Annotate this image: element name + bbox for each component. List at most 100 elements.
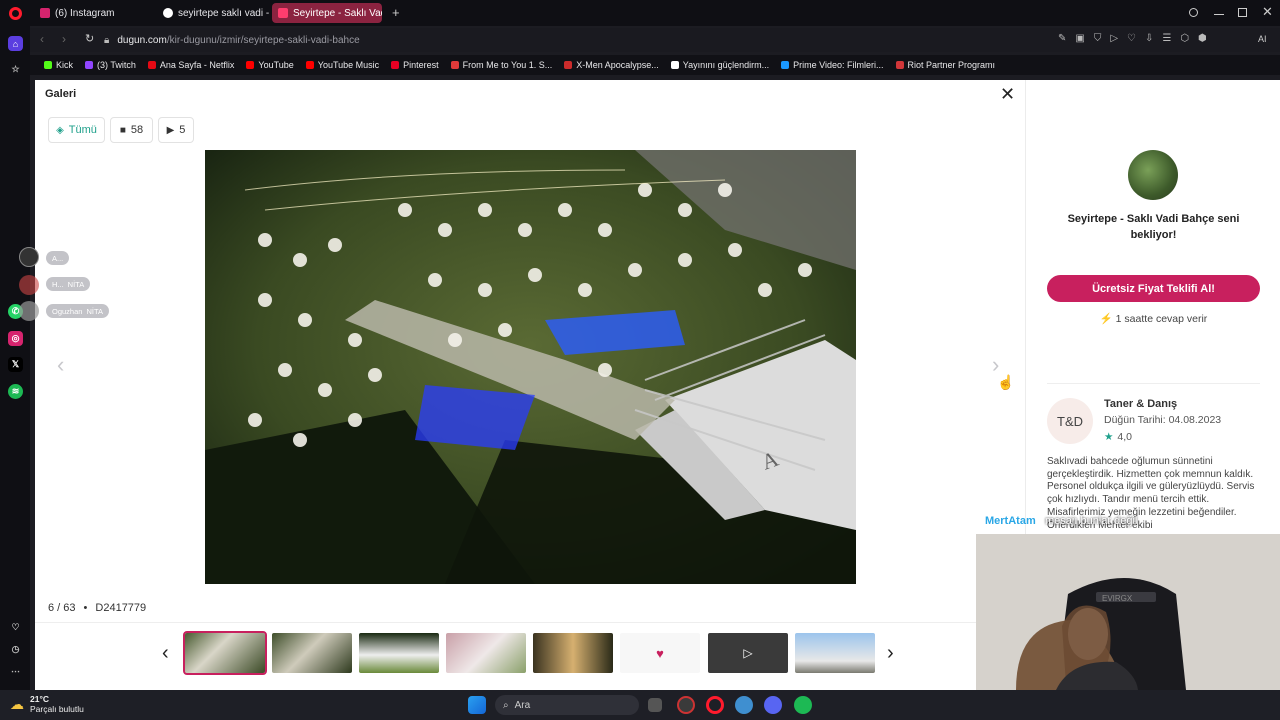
instagram-icon[interactable]: ◎ [8,331,23,346]
address-bar[interactable]: 🔒︎ dugun.com/kir-dugunu/izmir/seyirtepe-… [104,31,784,49]
google-icon [163,8,173,18]
close-window-button[interactable]: ✕ [1262,4,1273,20]
minimize-button[interactable] [1214,14,1224,15]
opera-logo-icon[interactable] [9,7,22,20]
chip-badge: NİTA [67,279,85,289]
chat-username: MertAtam [985,515,1036,527]
bookmark-item[interactable]: From Me to You 1. S... [450,60,552,70]
heart-icon[interactable]: ♡ [8,620,23,635]
filter-all[interactable]: ◈ Tümü [48,117,105,143]
thumbnail-8[interactable] [795,633,875,673]
viewer-avatar [19,275,39,295]
filter-photos[interactable]: ■ 58 [110,117,153,143]
tab-instagram[interactable]: (6) Instagram [34,3,154,23]
discord-icon[interactable] [764,696,782,714]
bookmark-item[interactable]: Riot Partner Programı [895,60,995,70]
bookmark-icon [305,61,314,69]
reviewer-name: Taner & Danış [1104,398,1178,410]
bookmark-icon [781,61,790,69]
play-icon: ▷ [743,646,753,660]
thumbnail-video[interactable]: ▷ [708,633,788,673]
tab-google-search[interactable]: seyirtepe saklı vadi - Goo [157,3,269,23]
bookmark-item[interactable]: YouTube [246,60,294,70]
bookmark-item[interactable]: Yayınını güçlendirm... [670,60,770,70]
bookmark-item[interactable]: YouTube Music [305,60,379,70]
bookmark-item[interactable]: (3) Twitch [85,60,136,70]
thumbs-next-icon[interactable]: › [887,642,894,665]
spotify-icon[interactable] [794,696,812,714]
viewer-avatar [19,247,39,267]
home-icon[interactable]: ⌂ [8,36,23,51]
tab-label: seyirtepe saklı vadi - Goo [178,7,269,19]
close-icon[interactable]: ✕ [1000,85,1015,103]
browser-sidebar: ⌂ ☆ ✆ ◎ 𝕏 ≋ ♡ ◷ ⋯ [0,26,30,690]
thumbs-divider [35,622,1025,623]
video-camera-icon: ▶ [166,124,175,136]
tab-label: Seyirtepe - Saklı Vadi Bah [293,7,382,19]
taskbar-search[interactable]: ⌕ Ara [495,695,639,715]
tab-dugun[interactable]: Seyirtepe - Saklı Vadi Bah [272,3,382,23]
photo-counter: 6 / 63 • D2417779 [48,602,146,614]
windows-taskbar: ☁ 21°C Parçalı bulutlu ⌕ Ara [0,690,1280,720]
dugun-icon [278,8,288,18]
filter-photos-count: 58 [130,124,144,136]
vendor-heading: Seyirtepe - Saklı Vadi Bahçe seni bekliy… [1067,213,1240,241]
x-icon[interactable]: 𝕏 [8,357,23,372]
chip-label: Oguzhan [52,306,83,316]
more-icon[interactable]: ⋯ [8,664,23,679]
task-view-icon[interactable] [648,698,662,712]
wedding-date: Düğün Tarihi: 04.08.2023 [1104,414,1222,426]
bookmark-label: X-Men Apocalypse... [576,60,659,70]
back-icon[interactable]: ‹ [40,32,44,46]
new-tab-button[interactable]: + [392,5,400,20]
separator: • [83,602,88,614]
bookmark-icon [564,61,573,69]
bookmark-icon [391,61,400,69]
thumbnail-5[interactable] [533,633,613,673]
photo-id: D2417779 [95,602,147,614]
bookmark-item[interactable]: X-Men Apocalypse... [564,60,659,70]
lock-icon: 🔒︎ [104,34,110,46]
star-icon[interactable]: ☆ [8,62,23,77]
search-placeholder: Ara [514,699,531,711]
tab-search-icon[interactable] [1189,8,1198,17]
weather-widget[interactable]: ☁ 21°C Parçalı bulutlu [10,694,84,714]
windows-start-icon[interactable] [468,696,486,714]
bookmark-item[interactable]: Prime Video: Filmleri... [781,60,884,70]
bookmark-item[interactable]: Ana Sayfa - Netflix [147,60,234,70]
bookmark-icon [670,61,679,69]
bookmark-icon [895,61,904,69]
toolbar-icons[interactable]: ✎▣⛉▷♡⇩☰⬡⬢ [1058,33,1216,44]
thumbnail-1[interactable] [183,631,267,675]
url-path: /kir-dugunu/izmir/seyirtepe-sakli-vadi-b… [166,34,360,46]
prev-photo-icon[interactable]: ‹ [57,352,64,378]
filter-videos[interactable]: ▶ 5 [158,117,194,143]
spotify-icon[interactable]: ≋ [8,384,23,399]
forward-icon[interactable]: › [62,32,66,46]
opera-icon[interactable] [706,696,724,714]
reload-icon[interactable]: ↻ [85,32,94,45]
thumbs-prev-icon[interactable]: ‹ [162,642,169,665]
free-quote-button[interactable]: Ücretsiz Fiyat Teklifi Al! [1047,275,1260,302]
app-icon[interactable] [677,696,695,714]
maximize-button[interactable] [1238,8,1247,17]
thumbnail-3[interactable] [359,633,439,673]
thumbnail-favorite[interactable]: ♥ [620,633,700,673]
chip-badge: NİTA [86,306,103,316]
overlay-chip: Oguzhan NİTA [46,304,109,318]
review-divider [1047,383,1260,384]
photo-index: 6 / 63 [48,602,76,614]
ai-button[interactable]: AI [1258,34,1267,44]
thumbnail-4[interactable] [446,633,526,673]
app-icon[interactable] [735,696,753,714]
bookmarks-bar: Kick (3) Twitch Ana Sayfa - Netflix YouTube… [30,55,1280,75]
reply-time-label: 1 saatte cevap verir [1115,313,1208,325]
thumbnail-2[interactable] [272,633,352,673]
bookmark-item[interactable]: Pinterest [391,60,439,70]
history-icon[interactable]: ◷ [8,642,23,657]
venue-photo: A [205,150,856,584]
cursor-icon: ☝ [997,374,1015,390]
bookmark-label: Yayınını güçlendirm... [682,60,770,70]
main-photo: A [205,150,856,584]
bookmark-item[interactable]: Kick [44,60,73,70]
